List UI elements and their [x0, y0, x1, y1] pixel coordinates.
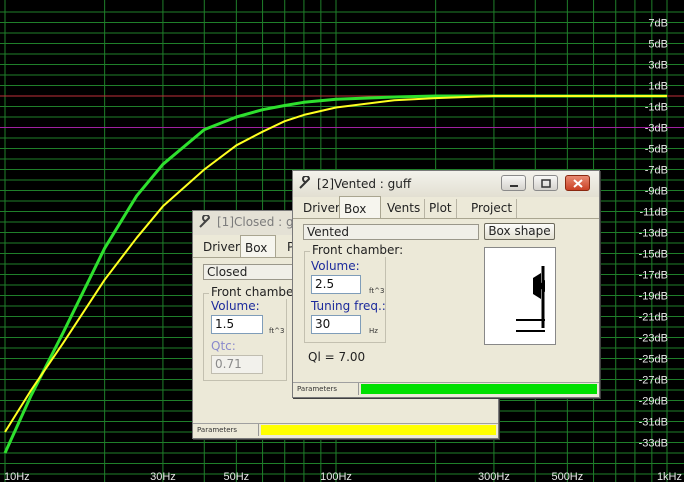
db-tick-label: -19dB — [639, 291, 668, 303]
tab-driver[interactable]: Driver — [199, 238, 245, 257]
db-tick-label: -3dB — [645, 123, 668, 135]
volume-label: Volume: — [311, 259, 360, 273]
speaker-box-drawing — [485, 248, 555, 344]
db-tick-label: -27dB — [639, 375, 668, 387]
closed-status-bar: Parameters — [193, 423, 498, 436]
tuning-freq-unit: Hz — [369, 327, 378, 335]
frequency-tick-label: 50Hz — [224, 471, 250, 482]
close-icon — [573, 179, 583, 188]
qtc-value-field[interactable]: 0.71 — [211, 355, 263, 374]
db-tick-label: 5dB — [648, 39, 668, 51]
tab-plot[interactable]: Plot — [425, 199, 457, 218]
vented-status-bar: Parameters — [293, 382, 599, 395]
qtc-label: Qtc: — [211, 339, 236, 353]
parameters-status-indicator — [261, 425, 496, 435]
maximize-icon — [541, 179, 551, 188]
wrench-icon — [299, 176, 311, 189]
parameters-status-label: Parameters — [293, 383, 359, 395]
db-tick-label: -15dB — [639, 249, 668, 261]
db-tick-label: -13dB — [639, 228, 668, 240]
frequency-tick-label: 30Hz — [150, 471, 176, 482]
vented-window-titlebar[interactable]: [2]Vented : guff — [293, 171, 599, 197]
box-shape-preview — [484, 247, 556, 345]
volume-label: Volume: — [211, 299, 260, 313]
db-tick-label: 7dB — [648, 18, 668, 30]
ql-readout: Ql = 7.00 — [308, 350, 366, 364]
frequency-axis-labels: 10Hz 30Hz 50Hz 100Hz 300Hz 500Hz 1kHz — [4, 471, 682, 482]
close-button[interactable] — [565, 175, 590, 191]
front-chamber-label: Front chamber: — [310, 243, 406, 257]
db-tick-label: -31dB — [639, 417, 668, 429]
volume-input[interactable]: 2.5 — [311, 275, 361, 294]
db-tick-label: -1dB — [645, 102, 668, 114]
db-tick-label: -17dB — [639, 270, 668, 282]
vented-window-title: [2]Vented : guff — [317, 177, 412, 191]
box-shape-button[interactable]: Box shape — [484, 223, 555, 240]
tab-box[interactable]: Box — [240, 235, 276, 257]
parameters-status-label: Parameters — [193, 424, 259, 436]
db-tick-label: -21dB — [639, 312, 668, 324]
volume-input[interactable]: 1.5 — [211, 315, 263, 334]
parameters-status-indicator — [361, 384, 597, 394]
tab-vents[interactable]: Vents — [383, 199, 426, 218]
db-tick-label: -25dB — [639, 354, 668, 366]
minimize-button[interactable] — [501, 175, 526, 191]
frequency-tick-label: 10Hz — [4, 471, 30, 482]
volume-unit: ft^3 — [269, 327, 285, 335]
maximize-button[interactable] — [533, 175, 558, 191]
frequency-tick-label: 300Hz — [478, 471, 510, 482]
frequency-tick-label: 1kHz — [657, 471, 682, 482]
db-tick-label: 3dB — [648, 60, 668, 72]
frequency-tick-label: 500Hz — [551, 471, 583, 482]
tab-project[interactable]: Project — [467, 199, 518, 218]
db-axis-labels: 7dB 5dB 3dB 1dB -1dB -3dB -5dB -7dB -9dB -11dB -13… — [639, 18, 668, 450]
tab-box[interactable]: Box — [339, 196, 381, 218]
db-tick-label: -7dB — [645, 165, 668, 177]
db-tick-label: 1dB — [648, 81, 668, 93]
reference-lines — [0, 95, 684, 128]
volume-unit: ft^3 — [369, 287, 385, 295]
box-type-select[interactable]: Vented — [303, 224, 479, 240]
db-tick-label: -9dB — [645, 186, 668, 198]
tuning-freq-label: Tuning freq.: — [311, 299, 386, 313]
tuning-freq-input[interactable]: 30 — [311, 315, 361, 334]
vented-box-window[interactable]: [2]Vented : guff Driver Box Vents Plot P… — [292, 170, 600, 398]
minimize-icon — [510, 185, 518, 187]
db-tick-label: -33dB — [639, 438, 668, 450]
db-tick-label: -5dB — [645, 144, 668, 156]
db-tick-label: -29dB — [639, 396, 668, 408]
db-tick-label: -11dB — [639, 207, 668, 219]
front-chamber-label: Front chamber: — [209, 285, 305, 299]
db-tick-label: -23dB — [639, 333, 668, 345]
wrench-icon — [199, 215, 211, 228]
frequency-tick-label: 100Hz — [320, 471, 352, 482]
